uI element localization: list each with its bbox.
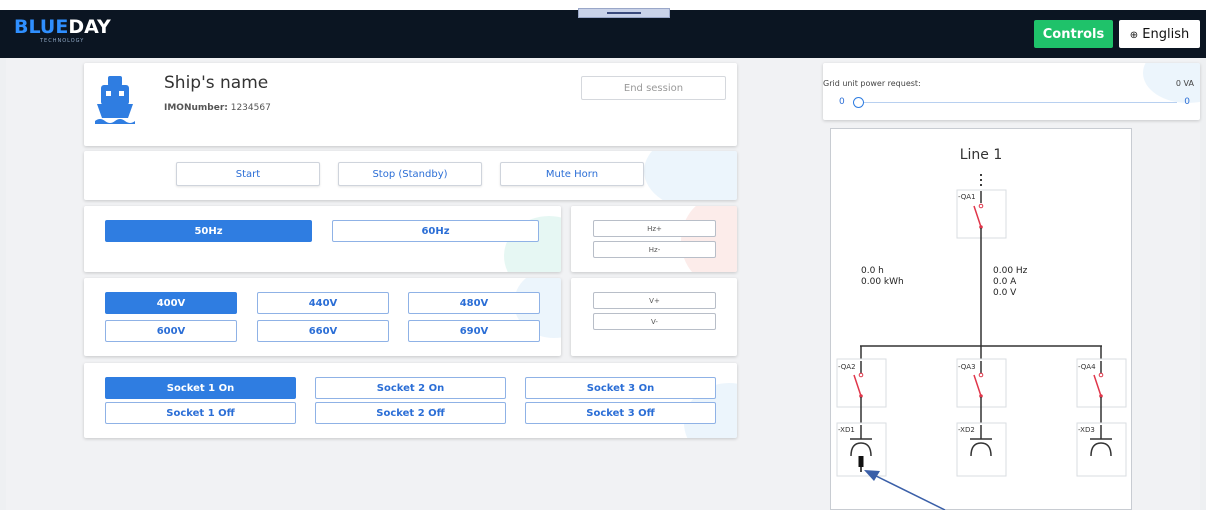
imo-value: 1234567 — [230, 103, 271, 113]
single-line-diagram: Line 1 -QA1 0.0 h 0.00 kWh 0.00 Hz 0.0 A… — [836, 147, 1127, 477]
ship-name: Ship's name — [164, 73, 269, 93]
frequency-card: 50Hz 60Hz — [84, 206, 561, 272]
qa2-label: -QA2 — [838, 363, 856, 371]
xd1-label: -XD1 — [838, 426, 855, 434]
xd2-label: -XD2 — [958, 426, 975, 434]
v-minus-button[interactable]: V- — [593, 313, 716, 330]
frequency-50hz-button[interactable]: 50Hz — [105, 220, 312, 242]
controls-button[interactable]: Controls — [1034, 20, 1113, 48]
voltage-690v-button[interactable]: 690V — [408, 320, 540, 342]
language-label: English — [1142, 26, 1190, 42]
line-diagram-panel: Line 1 -QA1 0.0 h 0.00 kWh 0.00 Hz 0.0 A… — [830, 128, 1132, 510]
sockets-card: Socket 1 On Socket 2 On Socket 3 On Sock… — [84, 363, 737, 438]
logo-part-day: DAY — [68, 16, 111, 38]
feeder-3: -QA4 -XD3 — [1076, 346, 1127, 477]
decor-wave — [681, 206, 737, 272]
start-button[interactable]: Start — [176, 162, 320, 186]
stop-standby-button[interactable]: Stop (Standby) — [338, 162, 482, 186]
brand-logo: BLUEDAY — [14, 16, 111, 38]
hz-minus-button[interactable]: Hz- — [593, 241, 716, 258]
ship-icon — [95, 76, 135, 124]
commands-card: Start Stop (Standby) Mute Horn — [84, 151, 737, 200]
voltage-660v-button[interactable]: 660V — [257, 320, 389, 342]
xd3-label: -XD3 — [1078, 426, 1095, 434]
voltage-card: 400V 440V 480V 600V 660V 690V — [84, 278, 561, 356]
grid-power-card: Grid unit power request: 0 VA 0 0 — [823, 63, 1200, 120]
plug-icon — [858, 456, 864, 467]
language-button[interactable]: ⊕ English — [1119, 20, 1200, 48]
voltage-400v-button[interactable]: 400V — [105, 292, 237, 314]
hz-plus-button[interactable]: Hz+ — [593, 220, 716, 237]
socket-1-off-button[interactable]: Socket 1 Off — [105, 402, 296, 424]
drag-handle[interactable] — [578, 8, 670, 18]
frequency-60hz-button[interactable]: 60Hz — [332, 220, 539, 242]
socket-2-off-button[interactable]: Socket 2 Off — [315, 402, 506, 424]
feeder-1: -QA2 -XD1 — [836, 346, 887, 477]
power-slider-track[interactable] — [855, 102, 1177, 103]
voltage-480v-button[interactable]: 480V — [408, 292, 540, 314]
voltage-440v-button[interactable]: 440V — [257, 292, 389, 314]
socket-2-on-button[interactable]: Socket 2 On — [315, 377, 506, 399]
feeder-2: -QA3 -XD2 — [956, 346, 1007, 477]
grid-power-label: Grid unit power request: — [823, 79, 921, 88]
logo-part-blue: BLUE — [14, 16, 69, 38]
qa4-label: -QA4 — [1078, 363, 1096, 371]
socket-3-off-button[interactable]: Socket 3 Off — [525, 402, 716, 424]
energy-reading: 0.00 kWh — [861, 277, 904, 287]
socket-1-on-button[interactable]: Socket 1 On — [105, 377, 296, 399]
v-plus-button[interactable]: V+ — [593, 292, 716, 309]
logo-subtitle: TECHNOLOGY — [40, 38, 85, 44]
grid-power-value: 0 VA — [1175, 79, 1194, 88]
globe-icon: ⊕ — [1129, 29, 1139, 41]
mute-horn-button[interactable]: Mute Horn — [500, 162, 644, 186]
socket-3-on-button[interactable]: Socket 3 On — [525, 377, 716, 399]
decor-wave — [644, 151, 737, 200]
frequency-reading: 0.00 Hz — [993, 266, 1028, 276]
end-session-button[interactable]: End session — [581, 76, 726, 100]
ship-info-card: Ship's name IMONumber: 1234567 End sessi… — [84, 63, 737, 146]
voltage-600v-button[interactable]: 600V — [105, 320, 237, 342]
current-reading: 0.0 A — [993, 277, 1017, 287]
voltage-adjust-card: V+ V- — [571, 278, 737, 356]
slider-max: 0 — [1184, 97, 1190, 107]
voltage-reading: 0.0 V — [993, 288, 1017, 298]
qa1-label: -QA1 — [958, 193, 976, 201]
frequency-adjust-card: Hz+ Hz- — [571, 206, 737, 272]
imo-label: IMONumber: — [164, 103, 228, 113]
imo-number: IMONumber: 1234567 — [164, 103, 271, 113]
power-slider-thumb[interactable] — [853, 97, 864, 108]
diagram-title: Line 1 — [960, 147, 1003, 163]
time-reading: 0.0 h — [861, 266, 884, 276]
slider-min: 0 — [839, 97, 845, 107]
qa3-label: -QA3 — [958, 363, 976, 371]
